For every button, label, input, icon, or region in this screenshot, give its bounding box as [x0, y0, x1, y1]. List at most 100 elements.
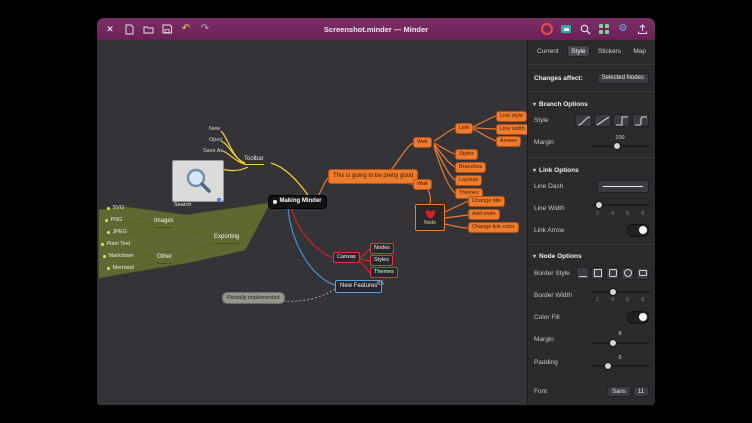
border-style-row: Border Style — [534, 267, 649, 279]
node-well[interactable]: Well — [413, 137, 432, 148]
node-other[interactable]: Other — [157, 254, 172, 264]
color-fill-switch[interactable] — [627, 311, 649, 324]
node-wait[interactable]: Wait — [413, 179, 432, 190]
node-pretty-good[interactable]: This is going to be pretty good — [328, 169, 418, 184]
export-icon[interactable] — [636, 23, 648, 35]
node-link-style[interactable]: Link style — [496, 111, 527, 122]
line-dash-dropdown[interactable] — [597, 180, 649, 193]
close-icon[interactable]: ✕ — [104, 23, 116, 35]
map-overview-icon[interactable] — [598, 23, 610, 35]
new-document-icon[interactable] — [123, 23, 135, 35]
line-width-slider[interactable] — [591, 201, 649, 210]
node-padding-slider[interactable] — [591, 362, 649, 371]
grid-glyph — [599, 24, 609, 34]
changes-affect-dropdown[interactable]: Selected Nodes — [597, 73, 649, 84]
node-link[interactable]: Link — [455, 123, 473, 134]
border-style-rounded2-button[interactable] — [606, 267, 619, 280]
line-width-ticks: 2468 — [591, 211, 649, 217]
sidebar-tabs: Current Style Stickers Map — [533, 45, 650, 57]
node-toolbar-saveas[interactable]: Save As — [203, 148, 223, 155]
border-style-square-button[interactable] — [591, 267, 604, 280]
border-style-pill-button[interactable] — [636, 267, 649, 280]
bullet-icon — [105, 219, 108, 222]
font-size-spinner[interactable]: 11 — [633, 386, 649, 397]
node-arrows[interactable]: Arrows — [496, 136, 521, 147]
titlebar[interactable]: ✕ ↶ ↷ Screenshot.minder — Minder ⚙ — [97, 18, 655, 40]
node-plain-text[interactable]: Plain Text — [101, 241, 130, 248]
border-width-slider[interactable] — [591, 287, 649, 296]
zoom-icon[interactable] — [579, 23, 591, 35]
node-branches[interactable]: Branches — [455, 162, 486, 173]
branch-style-row: Style — [534, 115, 649, 127]
changes-affect-row: Changes affect: Selected Nodes — [534, 73, 649, 84]
node-padding-row: Padding 6 — [534, 356, 649, 370]
node-mermaid[interactable]: Mermaid — [107, 265, 134, 272]
branch-style-straight-button[interactable] — [594, 114, 611, 127]
node-markdown[interactable]: Markdown — [103, 253, 134, 260]
leaf-label: PNG — [111, 217, 123, 224]
font-row: Font Sans 11 — [534, 386, 649, 397]
node-toolbar-new[interactable]: New — [209, 126, 220, 133]
undo-icon[interactable]: ↶ — [180, 23, 192, 35]
node-options-title: Node Options — [539, 253, 582, 260]
tab-current[interactable]: Current — [533, 45, 563, 57]
branch-margin-value: 100 — [615, 135, 624, 141]
node-partially-implemented[interactable]: Partially implemented — [222, 292, 285, 304]
node-search-label[interactable]: Search — [174, 202, 191, 209]
screenshot-background: { "titlebar": { "title": "Screenshot.min… — [0, 0, 752, 423]
node-toolbar[interactable]: Toolbar — [244, 156, 264, 165]
tab-stickers[interactable]: Stickers — [594, 45, 625, 57]
node-toolbar-open[interactable]: Open — [209, 137, 222, 144]
tab-map[interactable]: Map — [629, 45, 650, 57]
node-options-header[interactable]: ▾ Node Options — [533, 253, 650, 260]
chevron-down-icon: ▾ — [533, 253, 536, 260]
node-red-themes[interactable]: Themes — [370, 267, 398, 278]
selection-handle[interactable] — [217, 198, 221, 202]
node-canvas[interactable]: Canvas — [333, 252, 360, 263]
save-icon[interactable] — [161, 23, 173, 35]
red-branch-links — [291, 207, 370, 273]
presentation-icon[interactable] — [560, 23, 572, 35]
tab-style[interactable]: Style — [567, 45, 589, 57]
node-red-styles[interactable]: Styles — [370, 255, 393, 266]
node-new-features[interactable]: New Features — [335, 280, 382, 293]
node-margin-slider[interactable] — [591, 338, 649, 347]
border-style-rounded4-button[interactable] — [621, 267, 634, 280]
node-svg[interactable]: SVG — [107, 205, 124, 212]
node-heart[interactable]: Node — [415, 204, 445, 231]
chevron-down-icon: ▾ — [533, 167, 536, 174]
settings-gear-icon[interactable]: ⚙ — [617, 23, 629, 35]
node-exporting[interactable]: Exporting — [214, 234, 239, 244]
node-images[interactable]: Images — [154, 218, 174, 228]
node-add-node[interactable]: Add node — [468, 209, 500, 220]
node-change-title[interactable]: Change title — [468, 196, 505, 207]
round-glyph — [624, 269, 632, 277]
redo-icon[interactable]: ↷ — [199, 23, 211, 35]
branch-options-title: Branch Options — [539, 101, 588, 108]
node-jpeg[interactable]: JPEG — [107, 229, 127, 236]
branch-style-curved-button[interactable] — [575, 114, 592, 127]
node-styles[interactable]: Styles — [455, 149, 478, 160]
node-png[interactable]: PNG — [105, 217, 122, 224]
node-padding-value: 6 — [618, 355, 621, 361]
mindmap-canvas[interactable]: Making Minder Toolbar New Open Save As S… — [97, 40, 527, 405]
focus-mode-icon[interactable] — [541, 23, 553, 35]
node-label: Making Minder — [280, 198, 322, 206]
link-arrow-switch[interactable] — [627, 224, 649, 237]
branch-style-squared-button[interactable] — [613, 114, 630, 127]
branch-style-rounded-button[interactable] — [632, 114, 649, 127]
border-style-underline-button[interactable] — [576, 267, 589, 280]
font-family-button[interactable]: Sans — [607, 386, 631, 397]
color-fill-row: Color Fill — [534, 312, 649, 324]
branch-margin-slider[interactable] — [591, 142, 649, 151]
open-folder-icon[interactable] — [142, 23, 154, 35]
node-change-link-color[interactable]: Change link color — [468, 222, 519, 233]
node-root[interactable]: Making Minder — [268, 195, 327, 209]
link-options-header[interactable]: ▾ Link Options — [533, 167, 650, 174]
node-line-width[interactable]: Line width — [496, 124, 527, 135]
node-nodes[interactable]: Nodes — [370, 243, 394, 254]
node-layouts[interactable]: Layouts — [455, 175, 482, 186]
branch-options-header[interactable]: ▾ Branch Options — [533, 101, 650, 108]
node-search-image[interactable] — [172, 160, 224, 202]
bullet-icon — [103, 255, 106, 258]
